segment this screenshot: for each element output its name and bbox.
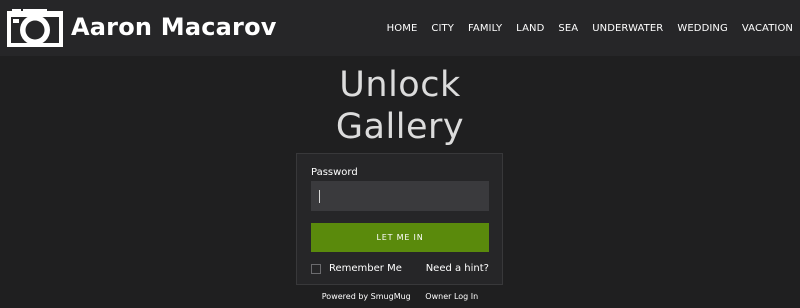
- nav-land[interactable]: LAND: [516, 23, 544, 34]
- nav-vacation[interactable]: VACATION: [742, 23, 793, 34]
- unlock-form: Password LET ME IN Remember Me Need a hi…: [296, 153, 503, 285]
- text-cursor: [319, 190, 320, 203]
- site-name[interactable]: Aaron Macarov: [71, 13, 277, 41]
- password-input[interactable]: [311, 181, 489, 211]
- powered-by-smugmug-link[interactable]: Powered by SmugMug: [322, 292, 411, 301]
- site-footer: Powered by SmugMug Owner Log In: [0, 292, 800, 301]
- need-hint-link[interactable]: Need a hint?: [426, 263, 489, 274]
- nav-wedding[interactable]: WEDDING: [677, 23, 728, 34]
- nav-family[interactable]: FAMILY: [468, 23, 502, 34]
- camera-icon[interactable]: [7, 9, 63, 47]
- nav-underwater[interactable]: UNDERWATER: [592, 23, 663, 34]
- owner-login-link[interactable]: Owner Log In: [425, 292, 478, 301]
- remember-me-label: Remember Me: [329, 263, 402, 274]
- password-label: Password: [311, 167, 358, 178]
- nav-city[interactable]: CITY: [431, 23, 454, 34]
- let-me-in-button[interactable]: LET ME IN: [311, 223, 489, 252]
- nav-home[interactable]: HOME: [387, 23, 418, 34]
- title-line-1: Unlock: [339, 65, 461, 105]
- title-line-2: Gallery: [335, 107, 465, 147]
- site-header: Aaron Macarov HOME CITY FAMILY LAND SEA …: [0, 0, 800, 56]
- remember-me-checkbox[interactable]: [311, 263, 321, 274]
- remember-me[interactable]: Remember Me: [311, 263, 402, 274]
- nav-sea[interactable]: SEA: [558, 23, 578, 34]
- main-nav: HOME CITY FAMILY LAND SEA UNDERWATER WED…: [387, 0, 793, 56]
- page-title: Unlock Gallery: [250, 64, 550, 148]
